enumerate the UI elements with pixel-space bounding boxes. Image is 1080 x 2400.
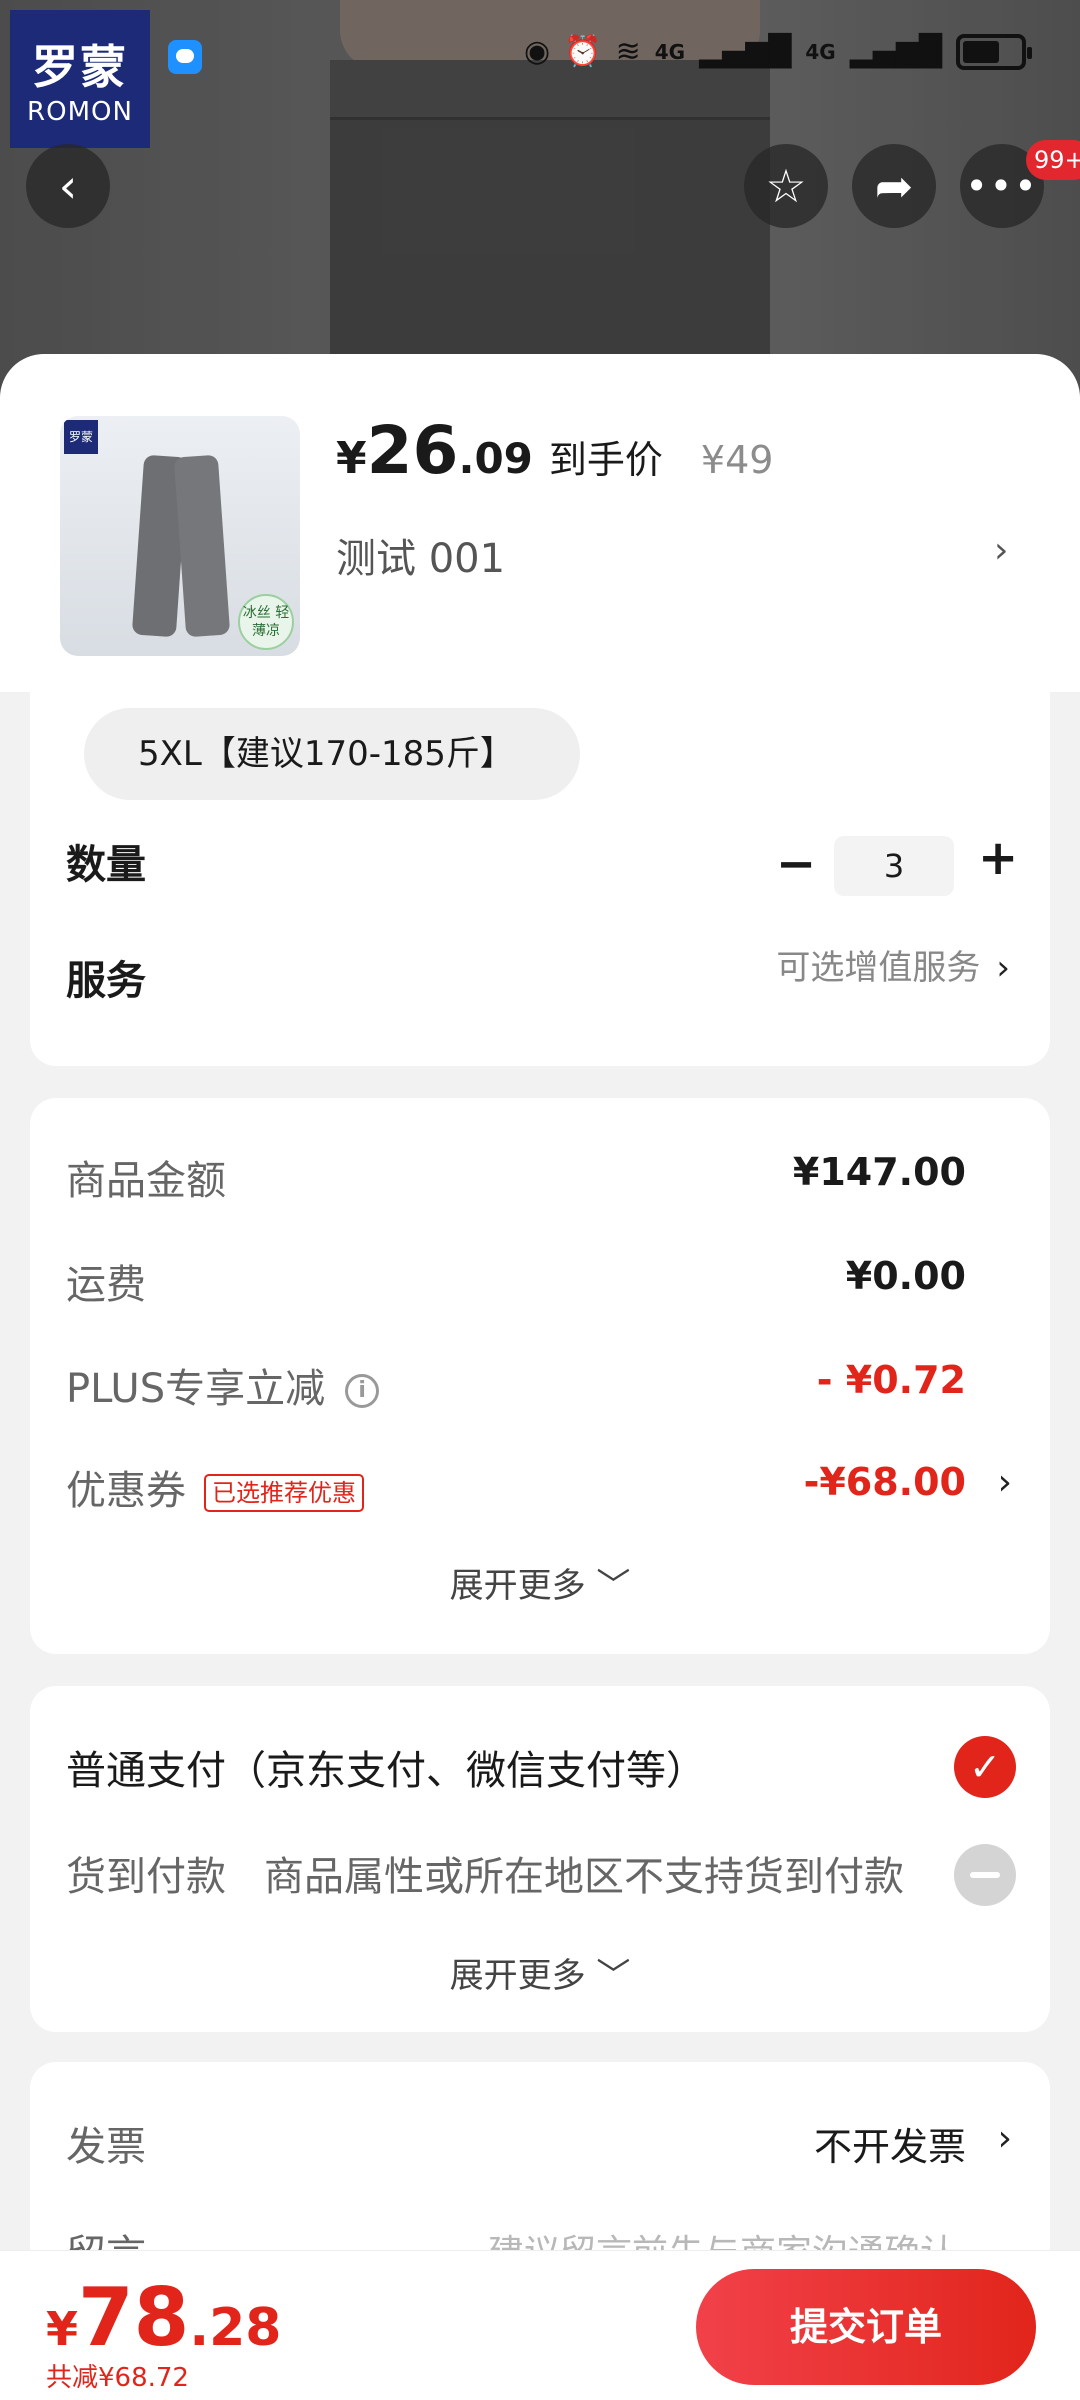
thumb-badge: 冰丝 轻薄凉 <box>238 594 294 650</box>
payment-method-card: 普通支付（京东支付、微信支付等） ✓ 货到付款 商品属性或所在地区不支持货到付款… <box>30 1686 1050 2032</box>
plus-discount-row: PLUS专享立减 i <box>66 1356 380 1414</box>
thumb-brand-logo: 罗蒙 <box>64 420 98 454</box>
chevron-down-icon: ﹀ <box>596 1566 631 1606</box>
price-decimal: .09 <box>458 434 533 483</box>
service-hint: 可选增值服务 <box>776 948 981 988</box>
size-option-chip[interactable]: 5XL【建议170-185斤】 <box>84 708 580 800</box>
price-tag: 到手价 <box>548 438 663 482</box>
fee-summary-card: 商品金额 ¥147.00 运费 ¥0.00 PLUS专享立减 i - ¥0.72 … <box>30 1098 1050 1654</box>
chevron-right-icon[interactable]: › <box>998 1462 1012 1503</box>
sheet-header: 罗蒙 冰丝 轻薄凉 ¥ 26 .09 到手价 ¥49 测试 001 › <box>0 354 1080 692</box>
submit-order-button[interactable]: 提交订单 <box>696 2269 1036 2385</box>
total-saved: 共减¥68.72 <box>46 2363 189 2393</box>
price-symbol: ¥ <box>336 433 367 484</box>
total-symbol: ¥ <box>46 2302 79 2356</box>
goods-amount-value: ¥147.00 <box>792 1150 966 1194</box>
brand-logo-cn: 罗蒙 <box>32 40 128 94</box>
coupon-value: -¥68.00 <box>803 1460 966 1504</box>
favorite-button[interactable]: ☆ <box>744 144 828 228</box>
invoice-label: 发票 <box>66 2124 146 2170</box>
cod-note: 商品属性或所在地区不支持货到付款 <box>264 1854 904 1900</box>
price-row: ¥ 26 .09 到手价 ¥49 <box>336 412 773 489</box>
cod-label: 货到付款 <box>66 1854 226 1900</box>
network-label-1: 4G <box>654 40 686 64</box>
plus-discount-label: PLUS专享立减 <box>66 1366 326 1412</box>
info-icon[interactable]: i <box>345 1374 380 1408</box>
order-sheet: 罗蒙 冰丝 轻薄凉 ¥ 26 .09 到手价 ¥49 测试 001 › 5XL【… <box>0 354 1080 2400</box>
more-badge: 99+ <box>1026 140 1080 180</box>
brand-logo-en: ROMON <box>27 97 133 127</box>
alarm-icon: ⏰ <box>564 34 602 69</box>
share-button[interactable]: ➦ <box>852 144 936 228</box>
service-selector[interactable]: 可选增值服务 › <box>776 940 1010 989</box>
quantity-plus-button[interactable]: + <box>978 830 1018 886</box>
wifi-icon: ≋ <box>615 34 641 69</box>
back-button[interactable]: ‹ <box>26 144 110 228</box>
disabled-option-icon <box>954 1844 1016 1906</box>
options-card: 5XL【建议170-185斤】 数量 − 3 + 服务 可选增值服务 › <box>30 692 1050 1066</box>
star-icon: ☆ <box>765 159 807 213</box>
quantity-label: 数量 <box>66 842 146 888</box>
price-integer: 26 <box>366 412 459 489</box>
quantity-minus-button[interactable]: − <box>776 836 816 892</box>
coupon-row[interactable]: 优惠券 已选推荐优惠 <box>66 1458 364 1516</box>
chevron-down-icon: ﹀ <box>596 1956 631 1996</box>
share-icon: ➦ <box>874 159 914 213</box>
status-bar-icons: ◉ ⏰ ≋ 4G ▂▄▆█ 4G ▂▄▆█ <box>524 32 1032 72</box>
chevron-right-icon[interactable]: › <box>998 2118 1012 2159</box>
checked-icon[interactable]: ✓ <box>954 1736 1016 1798</box>
product-thumbnail[interactable]: 罗蒙 冰丝 轻薄凉 <box>60 416 300 656</box>
chevron-right-icon: › <box>996 948 1010 988</box>
thumb-leg-right <box>173 454 231 638</box>
expand-more-label: 展开更多 <box>449 1566 586 1606</box>
total-decimal: .28 <box>189 2298 282 2358</box>
message-notification-icon <box>168 40 202 74</box>
checkout-bar: ¥ 78 .28 共减¥68.72 提交订单 <box>0 2250 1080 2400</box>
network-label-2: 4G <box>805 40 836 64</box>
normal-payment-label[interactable]: 普通支付（京东支付、微信支付等） <box>66 1738 706 1796</box>
quantity-input[interactable]: 3 <box>834 836 954 896</box>
coupon-label: 优惠券 <box>66 1468 186 1514</box>
brand-logo: 罗蒙 ROMON <box>10 10 150 148</box>
chevron-right-icon[interactable]: › <box>994 530 1008 571</box>
goods-amount-label: 商品金额 <box>66 1158 226 1204</box>
selected-spec[interactable]: 测试 001 <box>336 526 505 584</box>
eye-icon: ◉ <box>524 34 551 69</box>
shipping-label: 运费 <box>66 1262 146 1308</box>
expand-more-label: 展开更多 <box>449 1956 586 1996</box>
signal-icon-1: ▂▄▆█ <box>699 34 792 69</box>
expand-more-fees[interactable]: 展开更多 ﹀ <box>30 1558 1050 1607</box>
shipping-value: ¥0.00 <box>845 1254 966 1298</box>
expand-more-payment[interactable]: 展开更多 ﹀ <box>30 1948 1050 1997</box>
plus-discount-value: - ¥0.72 <box>816 1358 966 1402</box>
invoice-value[interactable]: 不开发票 <box>814 2116 966 2171</box>
battery-icon <box>956 34 1032 70</box>
chevron-left-icon: ‹ <box>58 159 78 213</box>
more-dots-icon: ••• <box>965 164 1039 208</box>
total-price: ¥ 78 .28 <box>46 2271 281 2364</box>
coupon-selected-tag: 已选推荐优惠 <box>204 1474 364 1512</box>
signal-icon-2: ▂▄▆█ <box>849 34 942 69</box>
service-label: 服务 <box>66 958 146 1004</box>
total-integer: 78 <box>78 2271 190 2364</box>
original-price: ¥49 <box>700 438 774 482</box>
